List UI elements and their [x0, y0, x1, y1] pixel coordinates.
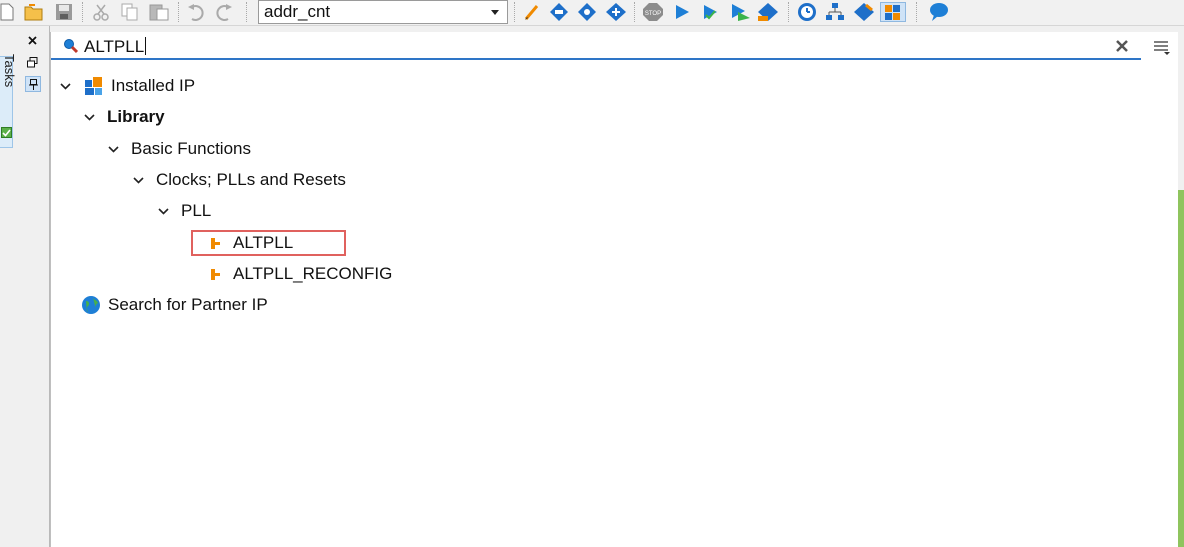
tasks-check-icon [1, 127, 12, 138]
tree-label: Clocks; PLLs and Resets [156, 170, 346, 189]
undo-icon[interactable] [186, 2, 206, 22]
analysis-icon[interactable] [548, 2, 570, 22]
open-folder-icon[interactable] [24, 2, 44, 22]
netlist-icon[interactable] [824, 2, 846, 22]
chevron-down-icon[interactable] [132, 168, 144, 192]
tree-node-installed-ip[interactable]: Installed IP [59, 74, 195, 98]
tree-node-library[interactable]: Library [83, 105, 165, 129]
pin-icon [29, 79, 38, 90]
cut-icon[interactable] [92, 2, 110, 22]
svg-text:STOP: STOP [645, 11, 661, 17]
globe-icon [82, 296, 100, 314]
redo-icon[interactable] [214, 2, 234, 22]
tree-node-partner-ip[interactable]: Search for Partner IP [81, 293, 268, 317]
ip-core-icon [211, 269, 220, 280]
menu-icon [1154, 41, 1170, 55]
fitter-icon[interactable] [604, 2, 628, 22]
stop-icon[interactable]: STOP [642, 2, 664, 22]
ip-catalog-icon[interactable] [880, 2, 906, 22]
start-compilation-icon[interactable] [672, 2, 692, 22]
start-analysis-icon[interactable] [700, 2, 722, 22]
menu-button[interactable] [1147, 34, 1175, 60]
tree-node-clocks[interactable]: Clocks; PLLs and Resets [132, 168, 346, 192]
new-file-icon[interactable] [0, 2, 14, 22]
search-input[interactable]: ALTPLL [84, 37, 147, 57]
close-icon[interactable] [28, 36, 37, 45]
tree-label: Installed IP [111, 76, 196, 95]
chevron-down-icon[interactable] [83, 105, 95, 129]
timing-analyzer-icon[interactable] [796, 2, 818, 22]
clear-icon[interactable] [1115, 39, 1129, 53]
programmer-icon[interactable] [852, 2, 876, 22]
pin-button[interactable] [25, 76, 41, 92]
chevron-down-icon[interactable] [491, 10, 499, 15]
background-window-edge [1178, 190, 1184, 547]
chevron-down-icon[interactable] [59, 74, 71, 98]
tasks-tab[interactable]: Tasks [0, 54, 17, 148]
panel-controls [20, 26, 50, 547]
tree-label: Library [107, 107, 165, 126]
project-combo-value: addr_cnt [264, 2, 331, 21]
project-combo[interactable]: addr_cnt [258, 0, 508, 24]
ip-catalog-panel: ALTPLL Installed IP Library Basic Functi… [50, 32, 1178, 547]
ip-core-icon [211, 238, 220, 249]
text-caret [145, 37, 147, 55]
search-input-value: ALTPLL [84, 37, 145, 56]
edit-pencil-icon[interactable] [522, 2, 542, 22]
tasks-tab-label: Tasks [2, 54, 17, 88]
tree-label: ALTPLL_RECONFIG [233, 264, 393, 283]
main-toolbar: addr_cnt STOP [0, 0, 1184, 26]
tree-node-altpll[interactable]: ALTPLL [209, 231, 293, 255]
float-window-icon[interactable] [27, 57, 38, 68]
synthesis-icon[interactable] [576, 2, 598, 22]
paste-icon[interactable] [148, 2, 170, 22]
copy-icon[interactable] [120, 2, 140, 22]
tree-label: Basic Functions [131, 139, 251, 158]
tree-node-pll[interactable]: PLL [157, 199, 211, 223]
chevron-down-icon[interactable] [157, 199, 169, 223]
search-icon [64, 39, 79, 54]
tree-label: ALTPLL [233, 233, 294, 252]
assembler-icon[interactable] [756, 2, 780, 22]
timing-icon[interactable] [728, 2, 752, 22]
tree-node-altpll-reconfig[interactable]: ALTPLL_RECONFIG [209, 262, 392, 286]
tasks-strip: Tasks [0, 26, 17, 547]
installed-ip-icon [85, 77, 102, 95]
tree-node-basic-functions[interactable]: Basic Functions [107, 137, 251, 161]
tree-label: PLL [181, 201, 212, 220]
chat-help-icon[interactable] [928, 2, 950, 22]
save-icon[interactable] [54, 2, 74, 22]
chevron-down-icon[interactable] [107, 137, 119, 161]
search-bar[interactable]: ALTPLL [51, 32, 1141, 60]
tree-label: Search for Partner IP [108, 295, 268, 314]
